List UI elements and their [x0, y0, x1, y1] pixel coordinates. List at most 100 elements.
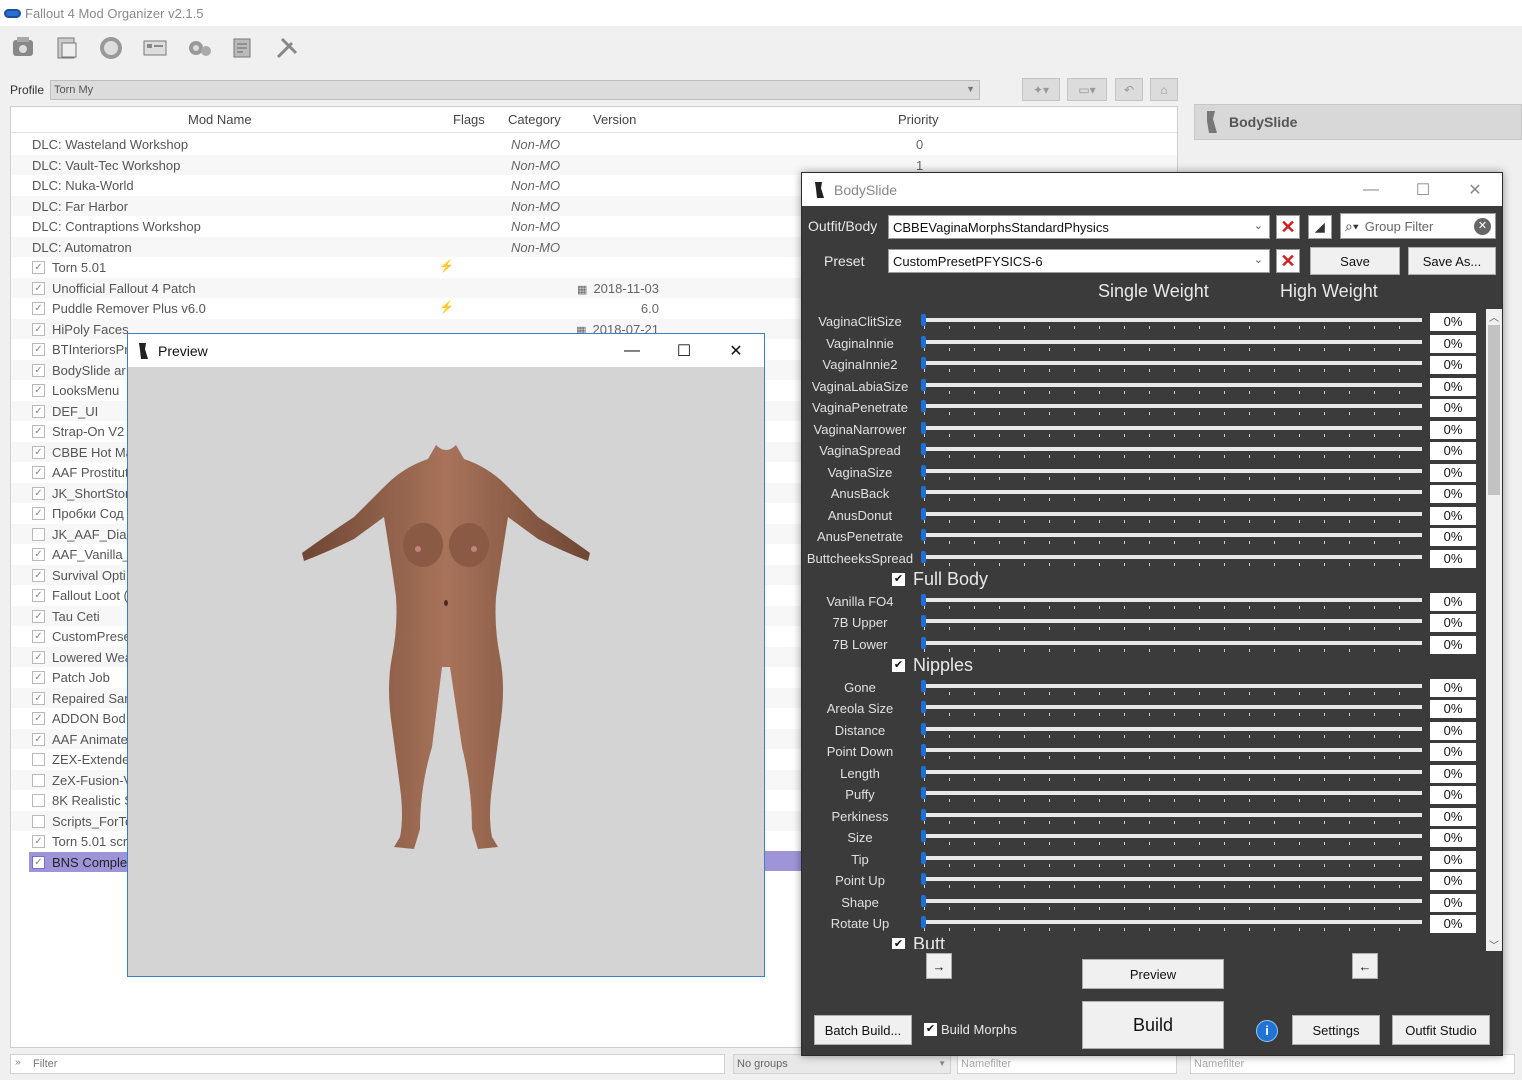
slider-thumb[interactable]: [921, 357, 926, 369]
mod-checkbox[interactable]: ✓: [32, 322, 45, 336]
slider-value-input[interactable]: 0%: [1430, 721, 1476, 740]
slider-track[interactable]: [924, 640, 1422, 645]
mod-checkbox[interactable]: ✓: [32, 445, 45, 459]
build-button[interactable]: Build: [1082, 1001, 1224, 1049]
mod-checkbox[interactable]: ✓: [32, 281, 45, 295]
clear-icon[interactable]: ✕: [1474, 218, 1491, 235]
slider-value-input[interactable]: 0%: [1430, 872, 1476, 890]
executables-icon[interactable]: [140, 33, 170, 63]
slider-track[interactable]: [924, 920, 1422, 924]
slider-track[interactable]: [924, 726, 1422, 731]
mod-checkbox[interactable]: ✓: [32, 404, 45, 418]
mod-row[interactable]: DLC: Wasteland Workshop Non-MO 0: [11, 134, 1177, 155]
instances-icon[interactable]: [8, 33, 38, 63]
slider-value-input[interactable]: 0%: [1430, 829, 1476, 847]
profile-select[interactable]: Torn My ▼: [50, 80, 980, 100]
slider-track[interactable]: [924, 490, 1422, 494]
mod-checkbox[interactable]: ✓: [32, 425, 45, 438]
slider-track[interactable]: [924, 597, 1422, 602]
backup-button[interactable]: ⌂: [1150, 78, 1178, 101]
slider-value-input[interactable]: 0%: [1430, 549, 1476, 568]
mod-checkbox[interactable]: [32, 753, 45, 766]
namefilter-input[interactable]: Namefilter: [957, 1054, 1177, 1074]
clear-preset-button[interactable]: ✕: [1276, 249, 1300, 273]
slider-value-input[interactable]: 0%: [1430, 764, 1476, 783]
slider-thumb[interactable]: [921, 529, 926, 541]
slider-value-input[interactable]: 0%: [1430, 635, 1476, 654]
mod-checkbox[interactable]: ✓: [32, 630, 45, 643]
maximize-button[interactable]: ☐: [659, 334, 709, 367]
mod-checkbox[interactable]: ✓: [32, 732, 45, 746]
slider-thumb[interactable]: [921, 851, 926, 864]
slider-track[interactable]: [924, 898, 1422, 903]
restore-button[interactable]: ↶: [1115, 78, 1143, 101]
mod-checkbox[interactable]: ✓: [32, 261, 45, 274]
settings-button[interactable]: Settings: [1292, 1015, 1380, 1045]
clear-outfit-button[interactable]: ✕: [1276, 215, 1300, 239]
slider-value-input[interactable]: 0%: [1430, 807, 1476, 826]
mod-checkbox[interactable]: ✓: [32, 589, 45, 602]
slider-track[interactable]: [924, 404, 1422, 408]
slider-value-input[interactable]: 0%: [1430, 915, 1476, 933]
outfit-select[interactable]: CBBEVaginaMorphsStandardPhysics ⌄: [888, 215, 1270, 239]
right-panel-bodyslide[interactable]: BodySlide: [1194, 104, 1522, 140]
slider-thumb[interactable]: [921, 550, 926, 563]
arrow-left-button[interactable]: ←: [1352, 953, 1378, 979]
group-filter-input[interactable]: ⌕▾ Group Filter ✕: [1340, 213, 1496, 239]
slider-thumb[interactable]: [921, 830, 926, 842]
slider-value-input[interactable]: 0%: [1430, 893, 1476, 912]
namefilter-input-2[interactable]: Namefilter: [1190, 1054, 1515, 1074]
slider-value-input[interactable]: 0%: [1430, 399, 1476, 417]
outfit-filter-button[interactable]: ◢: [1308, 215, 1332, 239]
mod-checkbox[interactable]: ✓: [32, 486, 45, 500]
slider-track[interactable]: [924, 447, 1422, 451]
slider-track[interactable]: [924, 382, 1422, 387]
slider-track[interactable]: [924, 339, 1422, 344]
slider-value-input[interactable]: 0%: [1430, 463, 1476, 482]
slider-thumb[interactable]: [921, 615, 926, 627]
slider-track[interactable]: [924, 855, 1422, 860]
slider-scrollbar[interactable]: ︿ ﹀: [1486, 309, 1502, 952]
close-button[interactable]: ✕: [1450, 173, 1500, 206]
slider-value-input[interactable]: 0%: [1430, 420, 1476, 439]
mod-checkbox[interactable]: ✓: [32, 548, 45, 561]
slider-track[interactable]: [924, 318, 1422, 322]
build-morphs-checkbox[interactable]: ✔ Build Morphs: [924, 1022, 1017, 1037]
close-button[interactable]: ✕: [711, 334, 761, 367]
save-button[interactable]: Save: [1310, 247, 1400, 275]
tools-icon[interactable]: [228, 33, 258, 63]
slider-thumb[interactable]: [921, 787, 926, 799]
preset-select[interactable]: CustomPresetPFYSICS-6 ⌄: [888, 249, 1270, 273]
slider-value-input[interactable]: 0%: [1430, 786, 1476, 804]
mod-checkbox[interactable]: ✓: [32, 302, 45, 315]
mod-checkbox[interactable]: ✓: [32, 671, 45, 684]
slider-value-input[interactable]: 0%: [1430, 528, 1476, 546]
slider-thumb[interactable]: [921, 894, 926, 907]
slider-group-butt[interactable]: ✔ Butt: [892, 934, 945, 949]
slider-value-input[interactable]: 0%: [1430, 442, 1476, 460]
arrow-right-button[interactable]: →: [926, 953, 952, 979]
open-folder-button[interactable]: ▭▾: [1067, 78, 1107, 101]
slider-value-input[interactable]: 0%: [1430, 592, 1476, 611]
profiles-icon[interactable]: [52, 33, 82, 63]
mod-checkbox[interactable]: [32, 527, 45, 541]
slider-track[interactable]: [924, 554, 1422, 559]
slider-thumb[interactable]: [921, 335, 926, 348]
slider-thumb[interactable]: [921, 722, 926, 735]
mod-checkbox[interactable]: ✓: [32, 363, 45, 377]
slider-thumb[interactable]: [921, 443, 926, 455]
column-priority[interactable]: Priority: [898, 112, 938, 127]
mod-checkbox[interactable]: [32, 773, 45, 787]
nexus-icon[interactable]: [96, 33, 126, 63]
slider-value-input[interactable]: 0%: [1430, 743, 1476, 761]
slider-thumb[interactable]: [921, 400, 926, 412]
slider-track[interactable]: [924, 511, 1422, 516]
slider-thumb[interactable]: [921, 421, 926, 434]
preview-button[interactable]: Preview: [1082, 959, 1224, 989]
mod-checkbox[interactable]: ✓: [32, 835, 45, 848]
settings-icon[interactable]: [184, 33, 214, 63]
minimize-button[interactable]: —: [607, 334, 657, 367]
column-flags[interactable]: Flags: [453, 112, 485, 127]
slider-thumb[interactable]: [921, 464, 926, 477]
mod-checkbox[interactable]: ✓: [32, 466, 45, 479]
